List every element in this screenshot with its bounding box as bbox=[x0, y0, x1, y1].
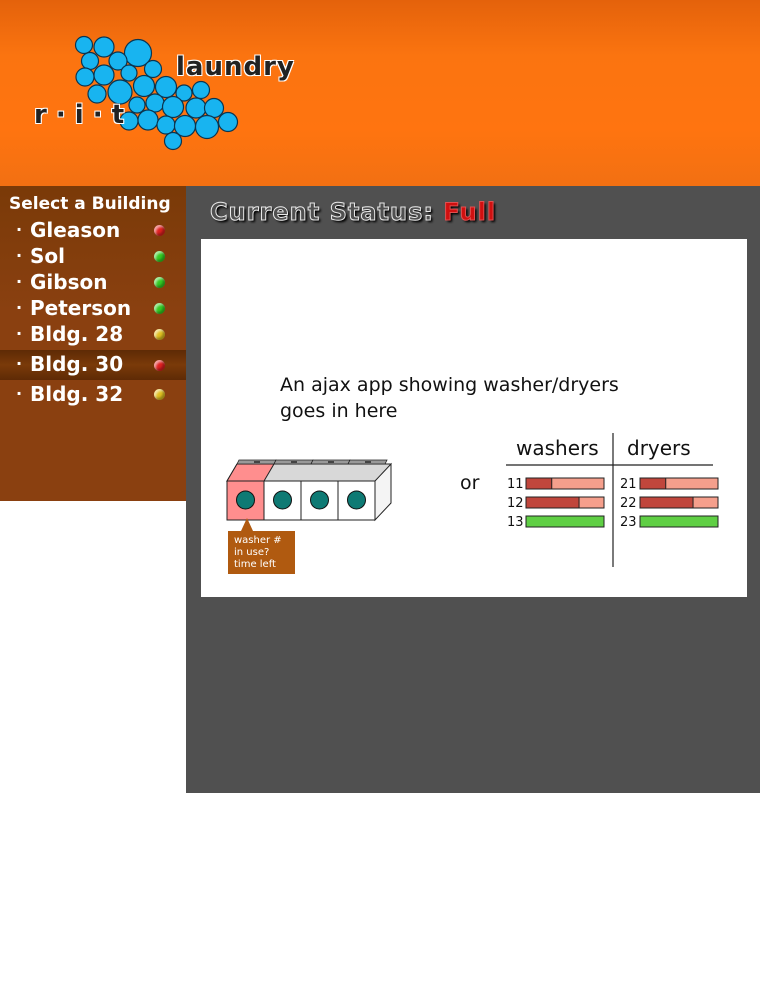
main-content: Current Status: Full An ajax app showing… bbox=[186, 186, 760, 793]
sidebar-item-sol[interactable]: · Sol bbox=[0, 244, 186, 270]
washer-usage-fill bbox=[525, 496, 580, 509]
current-status: Current Status: Full bbox=[210, 198, 497, 227]
washer-number: 13 bbox=[507, 515, 524, 530]
sidebar-item-label: Sol bbox=[30, 244, 65, 268]
tooltip-line: time left bbox=[234, 559, 276, 570]
status-dot-icon bbox=[154, 329, 165, 340]
bullet: · bbox=[16, 354, 23, 373]
status-dot-icon bbox=[154, 303, 165, 314]
dryer-number: 23 bbox=[620, 515, 637, 530]
washer-tooltip: washer # in use? time left bbox=[228, 531, 295, 574]
app-panel: An ajax app showing washer/dryers goes i… bbox=[201, 239, 747, 597]
building-sidebar: Select a Building · Gleason · Sol · Gibs… bbox=[0, 186, 186, 501]
bullet: · bbox=[16, 324, 23, 343]
sidebar-item-label: Gleason bbox=[30, 218, 121, 242]
placeholder-text: An ajax app showing washer/dryers goes i… bbox=[280, 372, 680, 424]
washer-status-bar bbox=[525, 515, 605, 528]
sidebar-item-gleason[interactable]: · Gleason bbox=[0, 218, 186, 244]
washer-usage-fill bbox=[525, 477, 553, 490]
tooltip-pointer bbox=[241, 518, 253, 531]
sidebar-item-bldg-28[interactable]: · Bldg. 28 bbox=[0, 322, 186, 348]
sidebar-item-gibson[interactable]: · Gibson bbox=[0, 270, 186, 296]
bullet: · bbox=[16, 298, 23, 317]
bullet: · bbox=[16, 272, 23, 291]
status-dot-icon bbox=[154, 277, 165, 288]
bullet: · bbox=[16, 220, 23, 239]
status-dot-icon bbox=[154, 225, 165, 236]
tooltip-line: in use? bbox=[234, 547, 270, 558]
sidebar-item-bldg-32[interactable]: · Bldg. 32 bbox=[0, 382, 186, 408]
placeholder-line: An ajax app showing washer/dryers bbox=[280, 374, 619, 396]
sidebar-item-peterson[interactable]: · Peterson bbox=[0, 296, 186, 322]
tooltip-line: washer # bbox=[234, 535, 282, 546]
sidebar-item-label: Bldg. 30 bbox=[30, 352, 124, 376]
sidebar-item-label: Bldg. 32 bbox=[30, 382, 124, 406]
logo-wordmark: laundry bbox=[176, 52, 295, 82]
status-dot-icon bbox=[154, 251, 165, 262]
sidebar-item-bldg-30[interactable]: · Bldg. 30 bbox=[0, 350, 186, 380]
dryers-header: dryers bbox=[627, 436, 691, 460]
dryer-usage-fill bbox=[639, 477, 667, 490]
status-label: Current Status: bbox=[210, 198, 434, 227]
bullet: · bbox=[16, 246, 23, 265]
placeholder-line: goes in here bbox=[280, 400, 398, 422]
sidebar-item-label: Bldg. 28 bbox=[30, 322, 124, 346]
washers-header: washers bbox=[516, 436, 599, 460]
status-dot-icon bbox=[154, 389, 165, 400]
washer-number: 11 bbox=[507, 477, 524, 492]
header: laundry r · i · t bbox=[0, 0, 760, 186]
sidebar-item-label: Peterson bbox=[30, 296, 132, 320]
status-value: Full bbox=[443, 198, 497, 227]
dryer-usage-fill bbox=[639, 496, 694, 509]
sidebar-title: Select a Building bbox=[9, 194, 171, 214]
dryer-number: 21 bbox=[620, 477, 637, 492]
status-dot-icon bbox=[154, 360, 165, 371]
logo-rit: r · i · t bbox=[34, 100, 125, 130]
dryer-status-bar bbox=[639, 515, 719, 528]
bullet: · bbox=[16, 384, 23, 403]
washer-number: 12 bbox=[507, 496, 524, 511]
or-text: or bbox=[460, 472, 480, 494]
sidebar-item-label: Gibson bbox=[30, 270, 108, 294]
dryer-number: 22 bbox=[620, 496, 637, 511]
